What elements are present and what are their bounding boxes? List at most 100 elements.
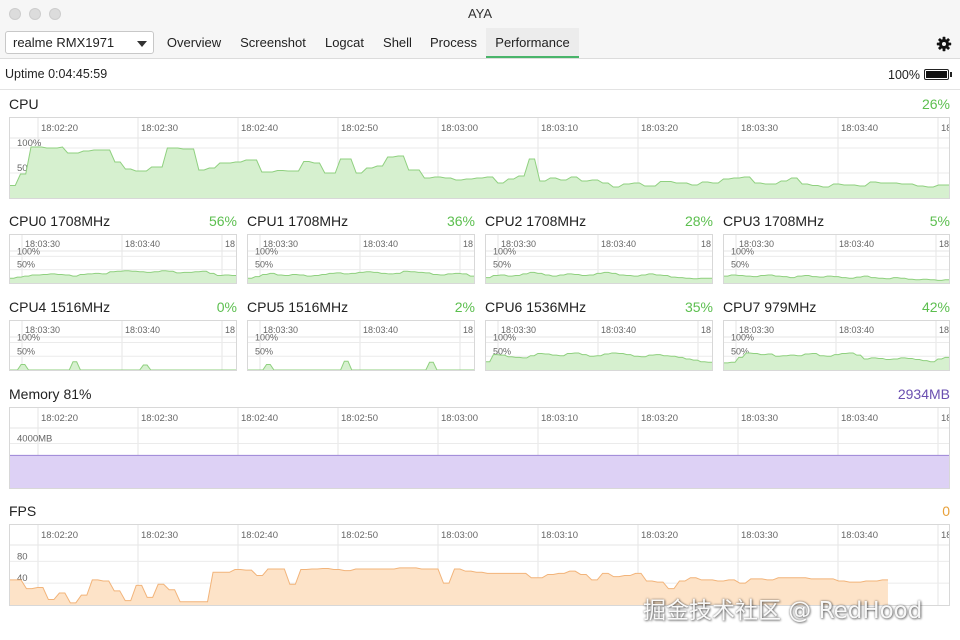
cpu5-series-line	[248, 360, 474, 370]
cpu1-value: 36%	[446, 213, 475, 229]
toolbar: realme RMX1971 Overview Screenshot Logca…	[0, 28, 960, 59]
cpu6-chart: 18:03:30 18:03:40 18 100% 50%	[485, 320, 713, 371]
y-tick-label: 50%	[731, 260, 749, 270]
x-tick-label: 18:03:40	[839, 239, 874, 249]
memory-panel-title: Memory 81%	[9, 386, 92, 402]
x-tick-label: 18:03:30	[741, 530, 778, 541]
cpu3-value: 5%	[929, 213, 950, 229]
x-tick-label: 18:03:40	[601, 239, 636, 249]
x-tick-label: 18:03:00	[441, 530, 478, 541]
x-tick-label: 18	[941, 123, 949, 134]
watermark: 掘金技术社区 @ RedHood	[643, 598, 923, 624]
x-tick-label: 18:02:40	[241, 123, 278, 134]
x-tick-label: 18:03:40	[841, 530, 878, 541]
tab-performance[interactable]: Performance	[486, 28, 579, 58]
x-tick-label: 18:02:50	[341, 530, 378, 541]
x-tick-label: 18:02:50	[341, 413, 378, 424]
y-tick-label: 4000MB	[17, 434, 52, 445]
tab-logcat[interactable]: Logcat	[318, 28, 371, 58]
y-tick-label: 50%	[255, 260, 273, 270]
cpu7-value: 42%	[921, 299, 950, 315]
cpu6-title: CPU6 1536MHz	[485, 299, 587, 315]
y-tick-label: 80	[17, 551, 28, 562]
x-tick-label: 18:02:30	[141, 413, 178, 424]
fps-panel-value: 0	[942, 503, 950, 519]
y-tick-label: 100%	[493, 246, 516, 256]
x-tick-label: 18:03:40	[363, 325, 398, 335]
x-tick-label: 18	[225, 325, 235, 335]
x-tick-label: 18:03:40	[363, 239, 398, 249]
cpu0-chart: 18:03:30 18:03:40 18 100% 50%	[9, 234, 237, 284]
cpu-panel-title: CPU	[9, 96, 39, 112]
cpu7-title: CPU7 979MHz	[723, 299, 817, 315]
cpu7-series-area	[724, 352, 949, 370]
y-tick-label: 100%	[493, 333, 516, 343]
memory-panel-value: 2934MB	[897, 386, 950, 402]
status-bar: Uptime 0:04:45:59 100%	[0, 59, 960, 90]
x-tick-label: 18:03:40	[839, 325, 874, 335]
cpu4-series-area	[10, 361, 236, 370]
x-tick-label: 18:03:30	[741, 413, 778, 424]
cpu4-chart: 18:03:30 18:03:40 18 100% 50%	[9, 320, 237, 371]
cpu0-title: CPU0 1708MHz	[9, 213, 111, 229]
tab-shell[interactable]: Shell	[377, 28, 418, 58]
x-tick-label: 18:03:40	[125, 239, 160, 249]
cpu1-title: CPU1 1708MHz	[247, 213, 349, 229]
cpu2-title: CPU2 1708MHz	[485, 213, 587, 229]
x-tick-label: 18:03:00	[441, 123, 478, 134]
x-tick-label: 18:03:20	[641, 413, 678, 424]
y-tick-label: 50%	[17, 346, 35, 356]
x-tick-label: 18:03:40	[125, 325, 160, 335]
x-tick-label: 18	[701, 239, 711, 249]
x-tick-label: 18:02:30	[141, 123, 178, 134]
x-tick-label: 18:03:40	[601, 325, 636, 335]
y-tick-label: 50%	[255, 346, 273, 356]
title-bar: AYA	[0, 0, 960, 28]
cpu3-chart: 18:03:30 18:03:40 18 100% 50%	[723, 234, 950, 284]
cpu-chart: 18:02:20 18:02:30 18:02:40 18:02:50 18:03:00…	[9, 117, 950, 199]
y-tick-label: 100%	[731, 246, 754, 256]
x-tick-label: 18	[701, 325, 711, 335]
x-tick-label: 18	[463, 239, 473, 249]
memory-series-area	[10, 455, 949, 488]
device-select-value: realme RMX1971	[13, 35, 115, 50]
memory-chart: 18:02:20 18:02:30 18:02:40 18:02:50 18:03:00…	[9, 407, 950, 489]
cpu3-title: CPU3 1708MHz	[723, 213, 825, 229]
cpu5-chart: 18:03:30 18:03:40 18 100% 50%	[247, 320, 475, 371]
x-tick-label: 18:03:20	[641, 123, 678, 134]
cpu1-series-area	[248, 271, 474, 283]
cpu1-chart: 18:03:30 18:03:40 18 100% 50%	[247, 234, 475, 284]
x-tick-label: 18	[941, 413, 949, 424]
device-select[interactable]: realme RMX1971	[5, 31, 154, 54]
cpu5-title: CPU5 1516MHz	[247, 299, 349, 315]
y-tick-label: 100%	[17, 246, 40, 256]
y-tick-label: 100%	[255, 246, 278, 256]
cpu4-series-line	[10, 361, 236, 370]
cpu2-value: 28%	[684, 213, 713, 229]
uptime-label: Uptime 0:04:45:59	[5, 67, 108, 81]
x-tick-label: 18:03:20	[641, 530, 678, 541]
cpu4-value: 0%	[216, 299, 237, 315]
cpu6-value: 35%	[684, 299, 713, 315]
x-tick-label: 18	[463, 325, 473, 335]
x-tick-label: 18:02:20	[41, 123, 78, 134]
x-tick-label: 18:02:40	[241, 413, 278, 424]
x-tick-label: 18:03:40	[841, 413, 878, 424]
gear-icon[interactable]	[936, 36, 952, 52]
x-tick-label: 18:03:30	[741, 123, 778, 134]
cpu4-title: CPU4 1516MHz	[9, 299, 111, 315]
cpu0-value: 56%	[208, 213, 237, 229]
x-tick-label: 18:03:10	[541, 123, 578, 134]
chevron-down-icon	[137, 41, 147, 47]
tab-overview[interactable]: Overview	[161, 28, 227, 58]
cpu5-series-area	[248, 361, 474, 370]
x-tick-label: 18:02:40	[241, 530, 278, 541]
cpu0-series-area	[10, 270, 236, 283]
x-tick-label: 18:03:10	[541, 530, 578, 541]
cpu7-chart: 18:03:30 18:03:40 18 100% 50%	[723, 320, 950, 371]
tab-process[interactable]: Process	[424, 28, 483, 58]
y-tick-label: 50%	[493, 260, 511, 270]
fps-panel-title: FPS	[9, 503, 37, 519]
tab-screenshot[interactable]: Screenshot	[234, 28, 312, 58]
x-tick-label: 18	[939, 325, 949, 335]
